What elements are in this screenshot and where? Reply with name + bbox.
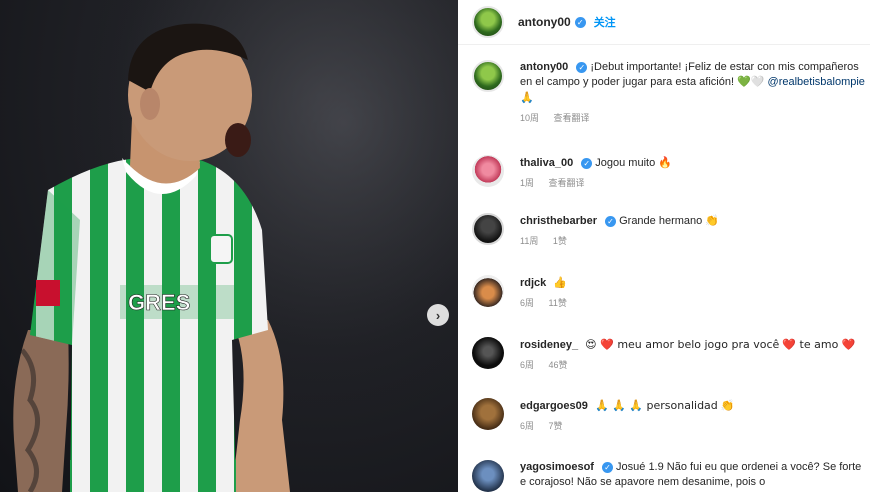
- comment-time: 6周: [520, 298, 535, 308]
- translate-link[interactable]: 查看翻译: [549, 178, 585, 188]
- follow-button[interactable]: 关注: [594, 14, 616, 30]
- verified-badge-icon: ✓: [581, 157, 593, 169]
- comment-body: christhebarber ✓ Grande hermano 👏 11周 1赞: [520, 213, 870, 249]
- avatar[interactable]: [472, 275, 504, 307]
- translate-link[interactable]: 查看翻译: [554, 113, 590, 123]
- post-photo: GRES ›: [0, 0, 458, 492]
- avatar[interactable]: [472, 460, 504, 492]
- verified-badge-icon: ✓: [576, 61, 588, 73]
- comment-meta: 6周 7赞: [520, 419, 870, 434]
- comment-emoji: 🙏: [520, 91, 534, 104]
- comment-time: 6周: [520, 360, 535, 370]
- header-username[interactable]: antony00: [518, 15, 571, 29]
- mention-link[interactable]: @realbetisbalompie: [768, 76, 865, 88]
- comment-emoji: 👍: [553, 276, 568, 289]
- avatar[interactable]: [472, 337, 504, 369]
- comment-username[interactable]: thaliva_00: [520, 157, 573, 169]
- comment-meta: 6周 11赞: [520, 296, 870, 311]
- comment-username[interactable]: rdjck: [520, 277, 546, 289]
- avatar[interactable]: [472, 6, 504, 38]
- chevron-right-icon[interactable]: ›: [427, 304, 449, 326]
- comment-meta: 6周 46赞: [520, 358, 870, 373]
- verified-badge-icon: ✓: [601, 461, 613, 473]
- comment-body: yagosimoesof ✓ Josué 1.9 Não fui eu que o…: [520, 460, 870, 490]
- comment-emoji: 👏: [720, 399, 735, 412]
- comment-username[interactable]: edgargoes09: [520, 400, 588, 412]
- comments-panel: antony00 ✓ 关注 antony00 ✓ ¡Debut important…: [458, 0, 870, 492]
- comment-text: Jogou muito: [595, 157, 656, 169]
- comment-username[interactable]: rosideney_: [520, 339, 578, 351]
- comment-emoji: 👏: [705, 214, 720, 227]
- comment-username[interactable]: yagosimoesof: [520, 461, 594, 473]
- avatar[interactable]: [472, 155, 504, 187]
- comment-body: rosideney_ 😍 ❤️ meu amor belo jogo pra v…: [520, 337, 870, 373]
- comment-body: edgargoes09 🙏 🙏 🙏 personalidad 👏 6周 7赞: [520, 398, 870, 434]
- comment-meta: 11周 1赞: [520, 234, 870, 249]
- comment-text: 😍 ❤️ meu amor belo jogo pra você: [585, 338, 780, 351]
- comment-meta: 10周 查看翻译: [520, 111, 870, 126]
- avatar[interactable]: [472, 60, 504, 92]
- comment-text: ❤️ te amo ❤️: [782, 338, 856, 351]
- comment-emoji: 🔥: [658, 156, 672, 169]
- like-count[interactable]: 1赞: [553, 236, 567, 246]
- comment-time: 11周: [520, 236, 539, 246]
- jersey-sponsor-text: GRES: [128, 290, 190, 315]
- like-count[interactable]: 46赞: [549, 360, 568, 370]
- comment-time: 1周: [520, 178, 535, 188]
- comment-text: Grande hermano: [619, 215, 703, 227]
- like-count[interactable]: 7赞: [549, 421, 563, 431]
- comment-body: antony00 ✓ ¡Debut importante! ¡Feliz de e…: [520, 60, 870, 126]
- comment-meta: 1周 查看翻译: [520, 176, 870, 191]
- comment-username[interactable]: christhebarber: [520, 215, 597, 227]
- avatar[interactable]: [472, 213, 504, 245]
- comment-time: 10周: [520, 113, 540, 123]
- like-count[interactable]: 11赞: [549, 298, 567, 308]
- post-header: antony00 ✓ 关注: [458, 0, 870, 44]
- comment-body: thaliva_00 ✓ Jogou muito 🔥 1周 查看翻译: [520, 155, 870, 191]
- divider: [458, 44, 870, 45]
- avatar[interactable]: [472, 398, 504, 430]
- verified-badge-icon: ✓: [605, 215, 617, 227]
- player-illustration: GRES: [0, 0, 458, 492]
- comment-time: 6周: [520, 421, 535, 431]
- comment-text: 🙏 🙏 🙏 personalidad: [594, 399, 718, 412]
- verified-badge-icon: ✓: [574, 16, 586, 28]
- comment-body: rdjck 👍 6周 11赞: [520, 275, 870, 311]
- comment-username[interactable]: antony00: [520, 61, 568, 73]
